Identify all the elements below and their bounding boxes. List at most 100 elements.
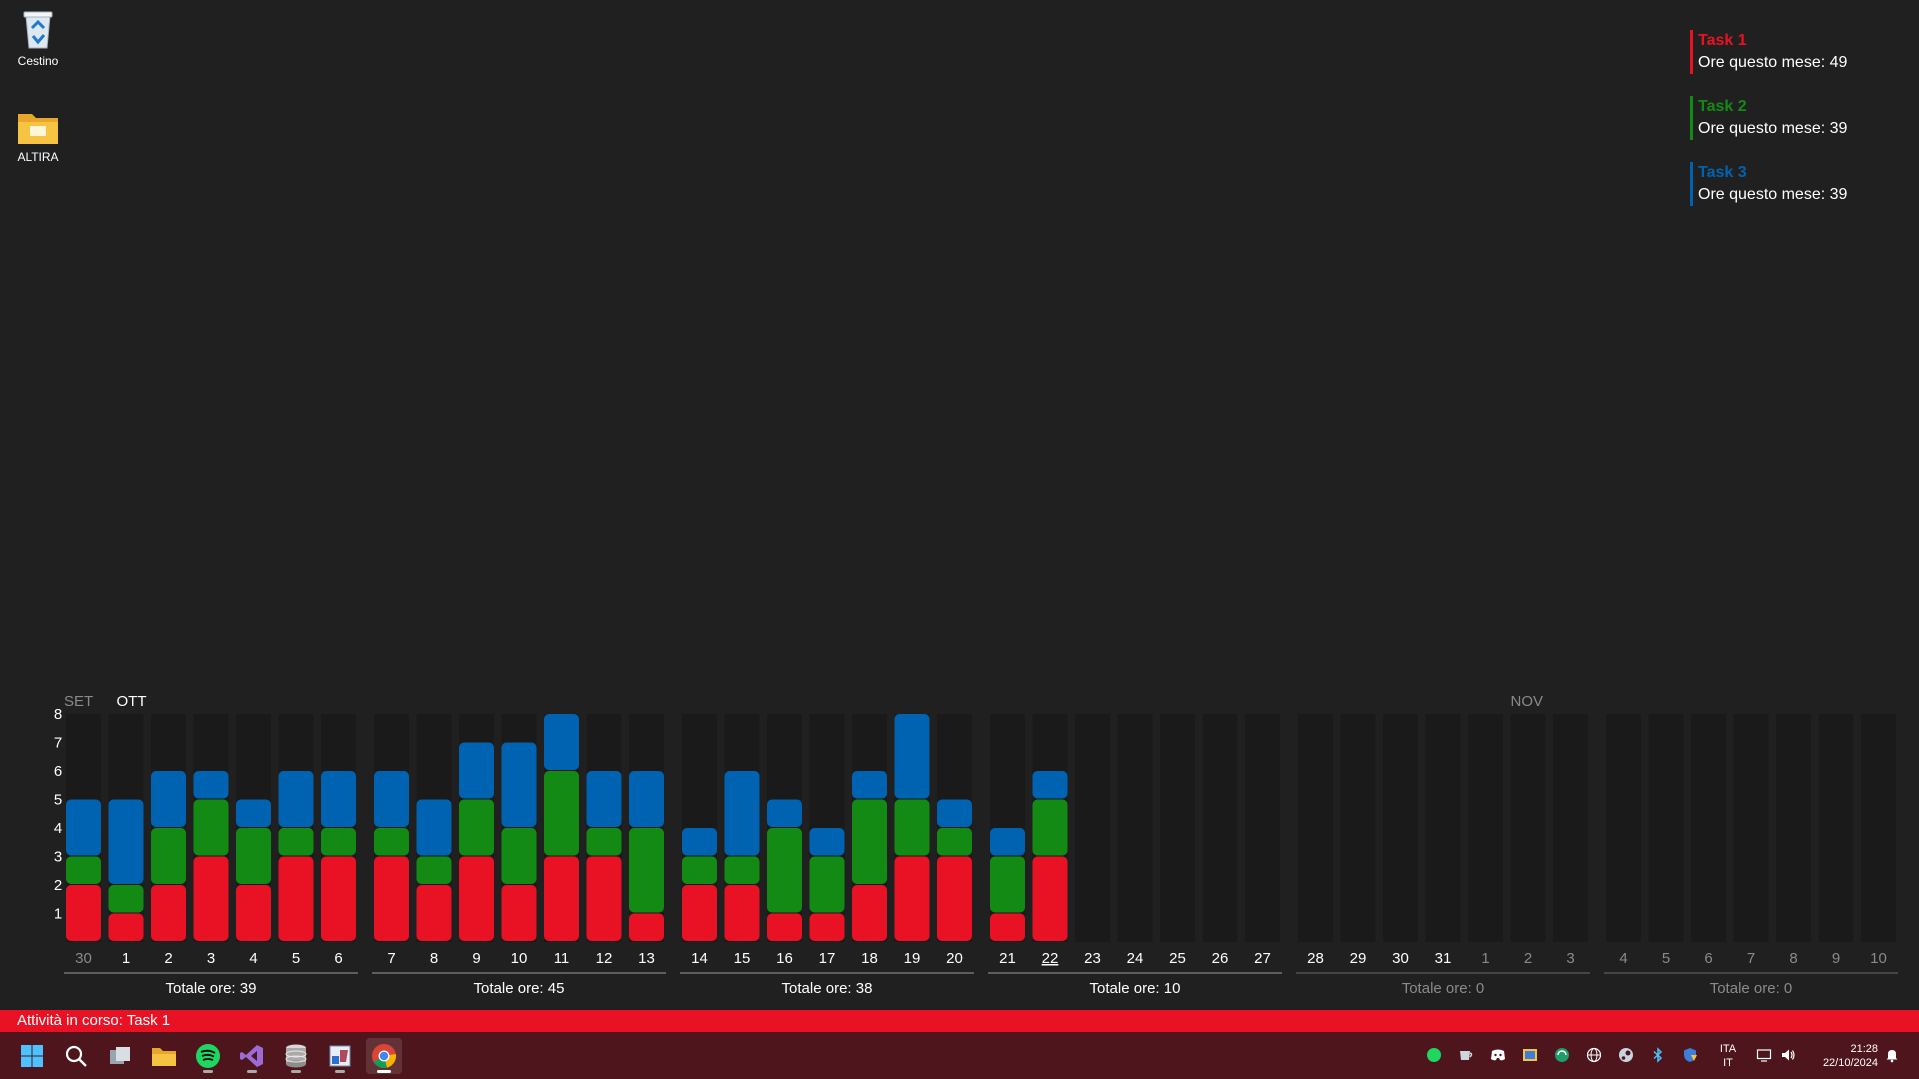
day-tick-label: 19 bbox=[904, 950, 921, 967]
desktop-icon-altira-folder[interactable]: ALTIRA bbox=[0, 108, 76, 164]
y-tick-label: 8 bbox=[54, 706, 62, 723]
stacked-bar-segment bbox=[236, 885, 271, 941]
stacked-bar-segment bbox=[1032, 799, 1068, 856]
day-tick-label: 11 bbox=[554, 950, 570, 967]
legend-task-name: Task 2 bbox=[1698, 98, 1747, 115]
stacked-bar-segment bbox=[1032, 771, 1068, 799]
day-tick-label: 30 bbox=[1392, 950, 1409, 967]
spotify-button[interactable] bbox=[190, 1038, 226, 1074]
stacked-bar-segment bbox=[544, 856, 579, 941]
stacked-bar-segment bbox=[937, 799, 972, 827]
day-tick-label: 8 bbox=[430, 950, 438, 967]
stacked-bar-segment bbox=[66, 856, 101, 884]
day-column-background bbox=[1117, 714, 1153, 942]
stacked-bar-segment bbox=[236, 799, 271, 827]
stacked-bar-segment bbox=[416, 799, 452, 856]
legend-task-hours: Ore questo mese: 49 bbox=[1698, 54, 1848, 71]
day-tick-label: 16 bbox=[776, 950, 793, 967]
desktop-icon-recycle-bin[interactable]: Cestino bbox=[0, 6, 76, 68]
activity-status-text: Attività in corso: Task 1 bbox=[17, 1012, 171, 1029]
stacked-bar-segment bbox=[894, 714, 930, 799]
language-code: ITA bbox=[1719, 1043, 1737, 1055]
tray-discord-icon[interactable] bbox=[1488, 1045, 1508, 1065]
stacked-bar-segment bbox=[937, 856, 972, 941]
stacked-bar-segment bbox=[416, 885, 452, 941]
stacked-bar-segment bbox=[682, 856, 717, 884]
paint-app-button[interactable] bbox=[322, 1038, 358, 1074]
day-tick-label: 6 bbox=[334, 950, 342, 967]
legend-task-hours: Ore questo mese: 39 bbox=[1698, 120, 1848, 137]
stacked-bar-segment bbox=[809, 828, 845, 856]
stacked-bar-segment bbox=[374, 856, 409, 941]
tray-cup-icon[interactable] bbox=[1456, 1045, 1476, 1065]
tray-sync-icon[interactable] bbox=[1552, 1045, 1572, 1065]
tray-gallery-icon[interactable] bbox=[1520, 1045, 1540, 1065]
tray-display-network-icon[interactable] bbox=[1754, 1045, 1774, 1065]
tray-clock[interactable]: 21:28 22/10/2024 bbox=[1806, 1042, 1878, 1070]
spotify-icon bbox=[196, 1044, 220, 1068]
day-tick-label: 27 bbox=[1254, 950, 1271, 967]
tray-steam-icon[interactable] bbox=[1616, 1045, 1636, 1065]
stacked-bar-segment bbox=[374, 828, 409, 856]
running-indicator bbox=[203, 1070, 213, 1073]
stacked-bar-segment bbox=[724, 885, 760, 941]
start-button[interactable] bbox=[14, 1038, 50, 1074]
day-tick-label: 1 bbox=[1481, 950, 1489, 967]
tray-bluetooth-icon[interactable] bbox=[1648, 1045, 1668, 1065]
day-tick-label: 25 bbox=[1169, 950, 1186, 967]
desktop-icon-label: Cestino bbox=[17, 54, 59, 68]
tray-language-indicator[interactable]: ITA IT bbox=[1716, 1042, 1740, 1070]
day-tick-label: 21 bbox=[999, 950, 1016, 967]
day-tick-label: 14 bbox=[691, 950, 708, 967]
stacked-bar-segment bbox=[990, 828, 1025, 856]
stacked-bar-segment bbox=[724, 771, 760, 856]
day-tick-label: 28 bbox=[1307, 950, 1324, 967]
stacked-bar-segment bbox=[1032, 856, 1068, 941]
day-column-background bbox=[1776, 714, 1811, 942]
day-tick-label: 26 bbox=[1212, 950, 1229, 967]
file-explorer-button[interactable] bbox=[146, 1038, 182, 1074]
legend-task-name: Task 1 bbox=[1698, 32, 1747, 49]
running-indicator bbox=[247, 1070, 257, 1073]
week-total-label: Totale ore: 10 bbox=[1090, 980, 1181, 997]
visual-studio-button[interactable] bbox=[234, 1038, 270, 1074]
stacked-bar-segment bbox=[321, 856, 356, 941]
stacked-bar-segment bbox=[767, 913, 802, 941]
day-tick-label: 3 bbox=[1566, 950, 1574, 967]
stacked-bar-segment bbox=[544, 714, 579, 770]
stacked-bar-segment bbox=[321, 771, 356, 827]
day-tick-label: 9 bbox=[1832, 950, 1840, 967]
stacked-bar-segment bbox=[459, 856, 494, 941]
task-view-button[interactable] bbox=[102, 1038, 138, 1074]
legend-item-task-3[interactable]: Task 3 Ore questo mese: 39 bbox=[1690, 162, 1910, 206]
chrome-button[interactable] bbox=[366, 1038, 402, 1074]
day-tick-label: 20 bbox=[946, 950, 963, 967]
tray-volume-icon[interactable] bbox=[1778, 1045, 1798, 1065]
day-tick-label: 15 bbox=[734, 950, 751, 967]
stacked-bar-segment bbox=[193, 799, 229, 856]
notifications-bell-icon[interactable] bbox=[1882, 1045, 1902, 1065]
legend-item-task-2[interactable]: Task 2 Ore questo mese: 39 bbox=[1690, 96, 1910, 140]
day-tick-label: 9 bbox=[472, 950, 480, 967]
stacked-bar-segment bbox=[682, 885, 717, 941]
hours-stacked-bar-chart: 12345678SET OTT NOV30 1 2 3 4 5 6 7 8 9 10 11 12 13 14 15… bbox=[54, 693, 1898, 997]
y-tick-label: 6 bbox=[54, 763, 62, 780]
stacked-bar-segment bbox=[937, 828, 972, 856]
stacked-bar-segment bbox=[852, 771, 887, 799]
folder-icon bbox=[18, 114, 58, 144]
day-tick-label: 30 bbox=[75, 950, 92, 967]
week-total-label: Totale ore: 38 bbox=[782, 980, 873, 997]
tray-network-globe-icon[interactable] bbox=[1584, 1045, 1604, 1065]
day-tick-label: 5 bbox=[1662, 950, 1670, 967]
stacked-bar-segment bbox=[767, 799, 802, 827]
tray-spotify-icon[interactable] bbox=[1424, 1045, 1444, 1065]
search-button[interactable] bbox=[58, 1038, 94, 1074]
y-tick-label: 7 bbox=[54, 735, 62, 752]
stacked-bar-segment bbox=[416, 856, 452, 884]
database-app-button[interactable] bbox=[278, 1038, 314, 1074]
stacked-bar-segment bbox=[767, 828, 802, 913]
day-column-background bbox=[1298, 714, 1333, 942]
legend-item-task-1[interactable]: Task 1 Ore questo mese: 49 bbox=[1690, 30, 1910, 74]
database-icon bbox=[285, 1044, 307, 1068]
tray-security-shield-icon[interactable] bbox=[1680, 1045, 1700, 1065]
